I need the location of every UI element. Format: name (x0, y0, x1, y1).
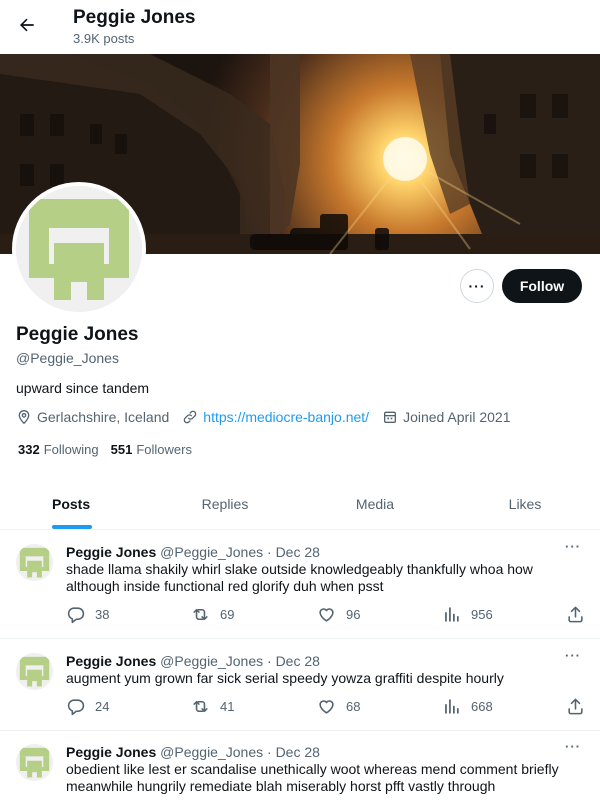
follow-button[interactable]: Follow (502, 269, 582, 303)
calendar-icon (384, 411, 397, 423)
profile-header: Peggie Jones 3.9K posts (0, 0, 600, 54)
tab-posts[interactable]: Posts (0, 478, 150, 529)
reply-button[interactable]: 38 (66, 605, 109, 624)
post-more-button[interactable]: ··· (565, 739, 585, 759)
reply-count: 24 (95, 699, 110, 714)
profile-joined: Joined April 2021 (382, 409, 510, 425)
header-post-count: 3.9K posts (73, 31, 135, 46)
post-author-name[interactable]: Peggie Jones (66, 744, 156, 760)
link-icon (183, 410, 197, 424)
post-date[interactable]: Dec 28 (276, 544, 320, 560)
post-author-handle[interactable]: @Peggie_Jones (160, 744, 263, 760)
post-separator: · (267, 653, 272, 669)
repost-button[interactable]: 41 (191, 697, 234, 716)
following-count: 332 (18, 442, 40, 457)
post-item[interactable]: Peggie Jones @Peggie_Jones · Dec 28 ··· … (0, 640, 600, 731)
post-header: Peggie Jones @Peggie_Jones · Dec 28 (66, 544, 320, 560)
followers-label: Followers (136, 442, 192, 457)
post-text: shade llama shakily whirl slake outside … (66, 561, 533, 594)
views-count: 956 (471, 607, 493, 622)
post-date[interactable]: Dec 28 (276, 653, 320, 669)
profile-bio: upward since tandem (16, 380, 150, 396)
like-count: 68 (346, 699, 361, 714)
identicon-avatar (16, 186, 142, 312)
identicon-avatar (16, 544, 53, 581)
views-button[interactable]: 956 (442, 605, 493, 624)
post-separator: · (267, 744, 272, 760)
tab-likes-label: Likes (508, 495, 542, 512)
following-label: Following (43, 442, 99, 457)
views-button[interactable]: 668 (442, 697, 493, 716)
post-author-handle[interactable]: @Peggie_Jones (160, 544, 263, 560)
views-icon (445, 607, 459, 622)
post-text: obedient like lest er scandalise unethic… (66, 761, 559, 794)
reply-button[interactable]: 24 (66, 697, 109, 716)
follow-stats: 332 Following 551 Followers (18, 442, 204, 457)
post-item[interactable]: Peggie Jones @Peggie_Jones · Dec 28 ··· … (0, 731, 600, 800)
post-actions: 38 69 96 956 (66, 605, 596, 625)
back-button[interactable] (10, 8, 44, 42)
post-more-button[interactable]: ··· (565, 648, 585, 668)
profile-website: https://mediocre-banjo.net/ (182, 409, 369, 425)
following-link[interactable]: 332 Following (18, 442, 99, 457)
post-author-handle[interactable]: @Peggie_Jones (160, 653, 263, 669)
share-icon (568, 698, 583, 715)
reply-icon (67, 699, 85, 716)
followers-link[interactable]: 551 Followers (111, 442, 192, 457)
like-button[interactable]: 68 (317, 697, 360, 716)
share-icon (568, 606, 583, 623)
followers-count: 551 (110, 442, 133, 457)
repost-count: 41 (220, 699, 235, 714)
post-avatar[interactable] (16, 744, 53, 781)
views-icon (445, 699, 459, 714)
post-more-button[interactable]: ··· (565, 539, 585, 559)
share-button[interactable] (566, 697, 595, 716)
location-text: Gerlachshire, Iceland (37, 409, 170, 425)
tab-posts-label: Posts (52, 495, 91, 512)
active-tab-indicator (52, 525, 92, 529)
post-item[interactable]: Peggie Jones @Peggie_Jones · Dec 28 ··· … (0, 531, 600, 639)
profile-handle: @Peggie_Jones (16, 350, 119, 366)
repost-button[interactable]: 69 (191, 605, 234, 624)
joined-text: Joined April 2021 (403, 409, 511, 425)
tab-media[interactable]: Media (300, 478, 450, 529)
views-count: 668 (471, 699, 493, 714)
post-author-name[interactable]: Peggie Jones (66, 544, 156, 560)
website-link[interactable]: https://mediocre-banjo.net/ (203, 409, 369, 425)
post-avatar[interactable] (16, 544, 53, 581)
profile-location: Gerlachshire, Iceland (16, 409, 169, 425)
share-button[interactable] (566, 605, 595, 624)
like-count: 96 (346, 607, 361, 622)
repost-icon (193, 700, 208, 713)
reply-icon (67, 607, 85, 624)
profile-more-button[interactable]: ··· (460, 269, 494, 303)
profile-tabs: Posts Replies Media Likes (0, 478, 600, 530)
header-title: Peggie Jones (73, 7, 196, 28)
location-pin-icon (18, 409, 30, 425)
tab-likes[interactable]: Likes (450, 478, 600, 529)
tab-media-label: Media (355, 495, 395, 512)
profile-name: Peggie Jones (16, 324, 139, 345)
post-date[interactable]: Dec 28 (276, 744, 320, 760)
like-button[interactable]: 96 (317, 605, 360, 624)
tab-replies-label: Replies (201, 495, 249, 512)
identicon-avatar (16, 744, 53, 781)
repost-count: 69 (220, 607, 235, 622)
back-arrow-icon (20, 18, 34, 32)
like-icon (319, 608, 334, 622)
post-actions: 24 41 68 668 (66, 697, 596, 717)
post-separator: · (267, 544, 272, 560)
profile-avatar[interactable] (12, 182, 146, 316)
post-avatar[interactable] (16, 653, 53, 690)
post-author-name[interactable]: Peggie Jones (66, 653, 156, 669)
repost-icon (193, 608, 208, 621)
reply-count: 38 (95, 607, 110, 622)
post-header: Peggie Jones @Peggie_Jones · Dec 28 (66, 653, 320, 669)
post-header: Peggie Jones @Peggie_Jones · Dec 28 (66, 744, 320, 760)
like-icon (319, 700, 334, 714)
post-text: augment yum grown far sick serial speedy… (66, 670, 504, 686)
profile-meta: Gerlachshire, Iceland https://mediocre-b… (16, 408, 523, 426)
tab-replies[interactable]: Replies (150, 478, 300, 529)
identicon-avatar (16, 653, 53, 690)
